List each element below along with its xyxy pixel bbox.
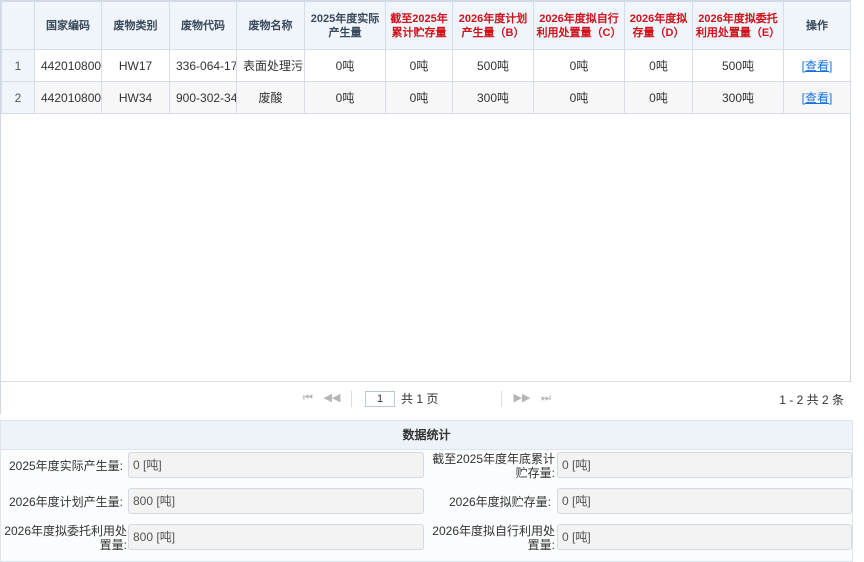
record-count-text: 1 - 2 共 2 条 (779, 393, 844, 407)
header-self2026[interactable]: 2026年度拟自行利用处置量（C） (533, 1, 625, 50)
cell-stock2025: 0吨 (385, 49, 453, 82)
pager-divider (351, 391, 352, 407)
self-2026-field[interactable]: 0 [吨] (557, 524, 852, 550)
self-2026-label: 2026年度拟自行利用处置量: (432, 524, 555, 552)
cell-op: [查看] (783, 49, 851, 82)
header-plan2026[interactable]: 2026年度计划产生量（B） (452, 1, 534, 50)
header-name[interactable]: 废物名称 (236, 1, 305, 50)
table-row[interactable]: 1 442010800 HW17 336-064-17 表面处理污 0吨 0吨 … (1, 49, 851, 82)
cell-entrust2026: 500吨 (692, 49, 784, 82)
stats-panel: 数据统计 2025年度实际产生量: 0 [吨] 截至2025年度年底累计贮存量:… (0, 420, 853, 562)
stock-2025-field[interactable]: 0 [吨] (557, 452, 852, 478)
total-pages-text: 共 1 页 (401, 392, 439, 406)
cell-store2026: 0吨 (624, 49, 693, 82)
cell-wcode: 900-302-34 (169, 81, 237, 114)
cell-self2026: 0吨 (533, 49, 625, 82)
cell-op: [查看] (783, 81, 851, 114)
cell-actual2025: 0吨 (304, 81, 386, 114)
cell-plan2026: 500吨 (452, 49, 534, 82)
cell-type: HW17 (101, 49, 170, 82)
pager-divider (501, 391, 502, 407)
last-page-icon[interactable]: ⏭ (539, 391, 553, 405)
first-page-icon[interactable]: ⏮ (301, 391, 315, 405)
next-page-icon[interactable]: ▶▶ (513, 391, 531, 405)
cell-stock2025: 0吨 (385, 81, 453, 114)
waste-table: 国家编码 废物类别 废物代码 废物名称 2025年度实际产生量 截至2025年累… (1, 1, 851, 114)
cell-code: 442010800 (34, 81, 102, 114)
cell-self2026: 0吨 (533, 81, 625, 114)
row-number: 2 (1, 81, 35, 114)
waste-grid: 国家编码 废物类别 废物代码 废物名称 2025年度实际产生量 截至2025年累… (0, 0, 852, 415)
header-wcode[interactable]: 废物代码 (169, 1, 237, 50)
store-2026-label: 2026年度拟贮存量: (448, 495, 551, 509)
table-header-row: 国家编码 废物类别 废物代码 废物名称 2025年度实际产生量 截至2025年累… (1, 1, 851, 50)
cell-entrust2026: 300吨 (692, 81, 784, 114)
cell-store2026: 0吨 (624, 81, 693, 114)
table-row[interactable]: 2 442010800 HW34 900-302-34 废酸 0吨 0吨 300… (1, 81, 851, 114)
cell-name: 废酸 (236, 81, 305, 114)
header-stock2025[interactable]: 截至2025年累计贮存量 (385, 1, 453, 50)
header-rownum (1, 1, 35, 50)
view-link[interactable]: [查看] (802, 91, 833, 105)
row-number: 1 (1, 49, 35, 82)
cell-plan2026: 300吨 (452, 81, 534, 114)
store-2026-field[interactable]: 0 [吨] (557, 488, 852, 514)
stock-2025-label: 截至2025年度年底累计贮存量: (432, 452, 555, 480)
plan-2026-label: 2026年度计划产生量: (8, 495, 123, 509)
header-entrust2026[interactable]: 2026年度拟委托利用处置量（E） (692, 1, 784, 50)
page-number-input[interactable]: 1 (365, 391, 395, 407)
header-type[interactable]: 废物类别 (101, 1, 170, 50)
header-op: 操作 (783, 1, 851, 50)
cell-wcode: 336-064-17 (169, 49, 237, 82)
cell-type: HW34 (101, 81, 170, 114)
pagination-bar: ⏮ ◀◀ 1 共 1 页 ▶▶ ⏭ 1 - 2 共 2 条 (1, 381, 852, 415)
prev-page-icon[interactable]: ◀◀ (323, 391, 341, 405)
header-store2026[interactable]: 2026年度拟存量（D） (624, 1, 693, 50)
actual-2025-field[interactable]: 0 [吨] (128, 452, 424, 478)
header-actual2025[interactable]: 2025年度实际产生量 (304, 1, 386, 50)
cell-name: 表面处理污 (236, 49, 305, 82)
header-code[interactable]: 国家编码 (34, 1, 102, 50)
entrust-2026-field[interactable]: 800 [吨] (128, 524, 424, 550)
stats-title: 数据统计 (1, 421, 852, 450)
entrust-2026-label: 2026年度拟委托利用处置量: (4, 524, 127, 552)
plan-2026-field[interactable]: 800 [吨] (128, 488, 424, 514)
actual-2025-label: 2025年度实际产生量: (8, 459, 123, 473)
cell-actual2025: 0吨 (304, 49, 386, 82)
view-link[interactable]: [查看] (802, 59, 833, 73)
cell-code: 442010800 (34, 49, 102, 82)
